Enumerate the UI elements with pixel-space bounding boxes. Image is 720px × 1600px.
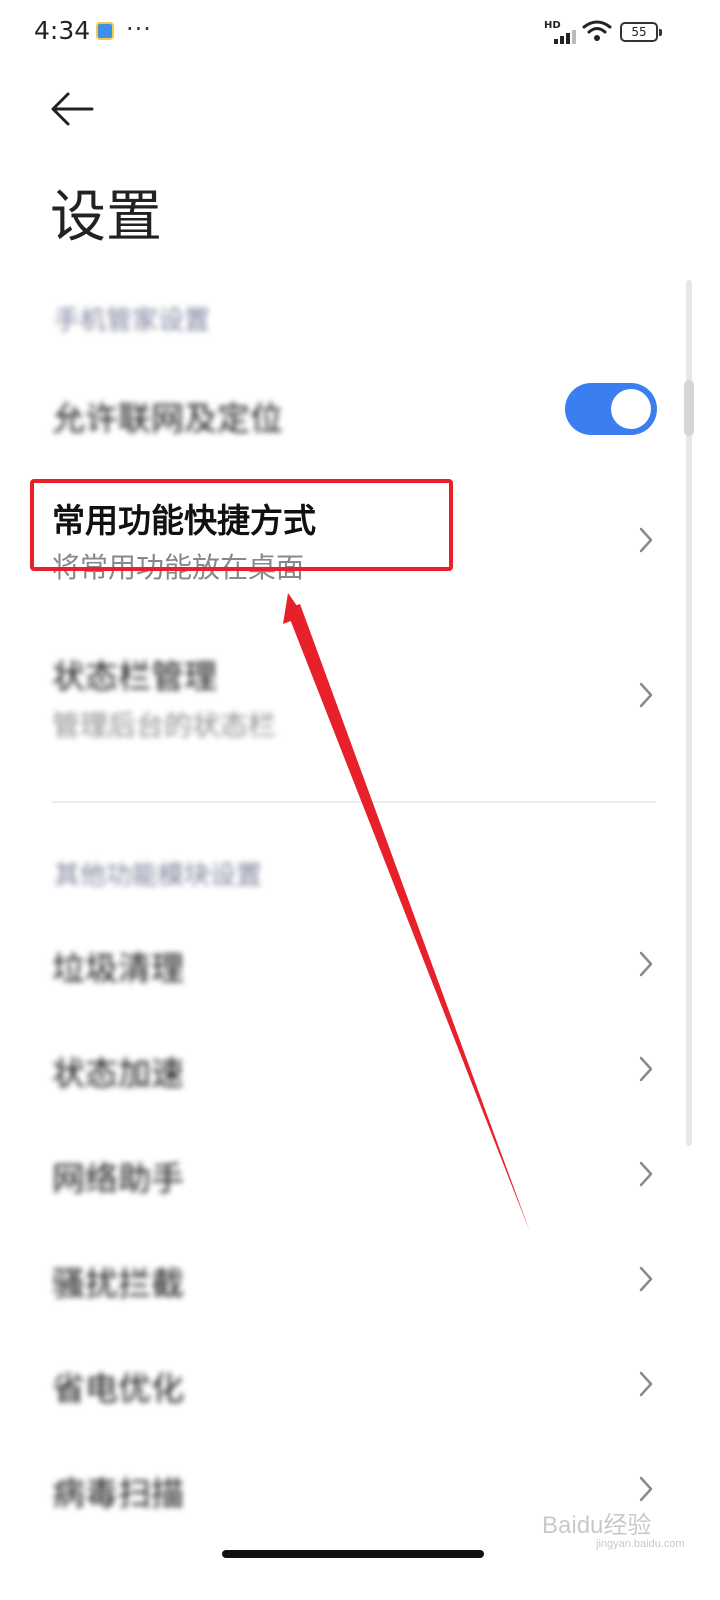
- section-header-general: 手机管家设置: [54, 306, 211, 336]
- chevron-right-icon: [639, 1161, 653, 1187]
- statusbar-management-subtitle: 管理后台的状态栏: [52, 709, 277, 742]
- module-row-label: 病毒扫描: [52, 1474, 184, 1513]
- module-row-label: 状态加速: [52, 1054, 184, 1093]
- chevron-right-icon: [639, 527, 653, 553]
- section-divider: [52, 801, 656, 803]
- arrow-left-icon: [51, 92, 94, 126]
- network-location-toggle[interactable]: [565, 383, 657, 435]
- section-header-modules: 其他功能模块设置: [54, 861, 263, 891]
- chevron-right-icon: [639, 951, 653, 977]
- statusbar-management-title: 状态栏管理: [52, 657, 217, 696]
- shortcut-settings-row[interactable]: 常用功能快捷方式 将常用功能放在桌面: [0, 480, 690, 600]
- module-row-label: 网络助手: [52, 1159, 184, 1198]
- battery-tip: [659, 29, 662, 36]
- module-row-1[interactable]: 垃圾清理: [0, 922, 690, 1006]
- watermark-url: jingyan.baidu.com: [596, 1538, 685, 1550]
- module-row-3[interactable]: 网络助手: [0, 1132, 690, 1216]
- module-row-label: 省电优化: [52, 1369, 184, 1408]
- more-notifications-icon: ···: [126, 15, 152, 43]
- module-row-2[interactable]: 状态加速: [0, 1027, 690, 1111]
- scrollbar-thumb[interactable]: [684, 380, 694, 436]
- chevron-right-icon: [639, 1371, 653, 1397]
- statusbar-management-row[interactable]: 状态栏管理 管理后台的状态栏: [0, 640, 690, 760]
- signal-icon: [546, 30, 576, 44]
- module-row-label: 垃圾清理: [52, 949, 184, 988]
- watermark-text: Baidu经验: [542, 1512, 652, 1539]
- chevron-right-icon: [639, 1056, 653, 1082]
- back-button[interactable]: [46, 86, 98, 132]
- home-indicator[interactable]: [222, 1550, 484, 1558]
- chevron-right-icon: [639, 1266, 653, 1292]
- module-row-label: 骚扰拦截: [52, 1264, 184, 1303]
- toggle-knob: [611, 389, 651, 429]
- status-time: 4:34: [34, 16, 91, 45]
- page-title: 设置: [50, 185, 162, 250]
- chevron-right-icon: [639, 682, 653, 708]
- status-bar: 4:34 ··· HD 55: [0, 0, 720, 64]
- app-notification-icon: [96, 22, 114, 40]
- shortcut-subtitle: 将常用功能放在桌面: [52, 551, 305, 584]
- battery-icon: 55: [620, 22, 658, 42]
- network-location-label: 允许联网及定位: [52, 399, 283, 438]
- module-row-5[interactable]: 省电优化: [0, 1342, 690, 1426]
- module-row-4[interactable]: 骚扰拦截: [0, 1237, 690, 1321]
- wifi-icon: [582, 20, 612, 41]
- shortcut-title: 常用功能快捷方式: [52, 501, 316, 540]
